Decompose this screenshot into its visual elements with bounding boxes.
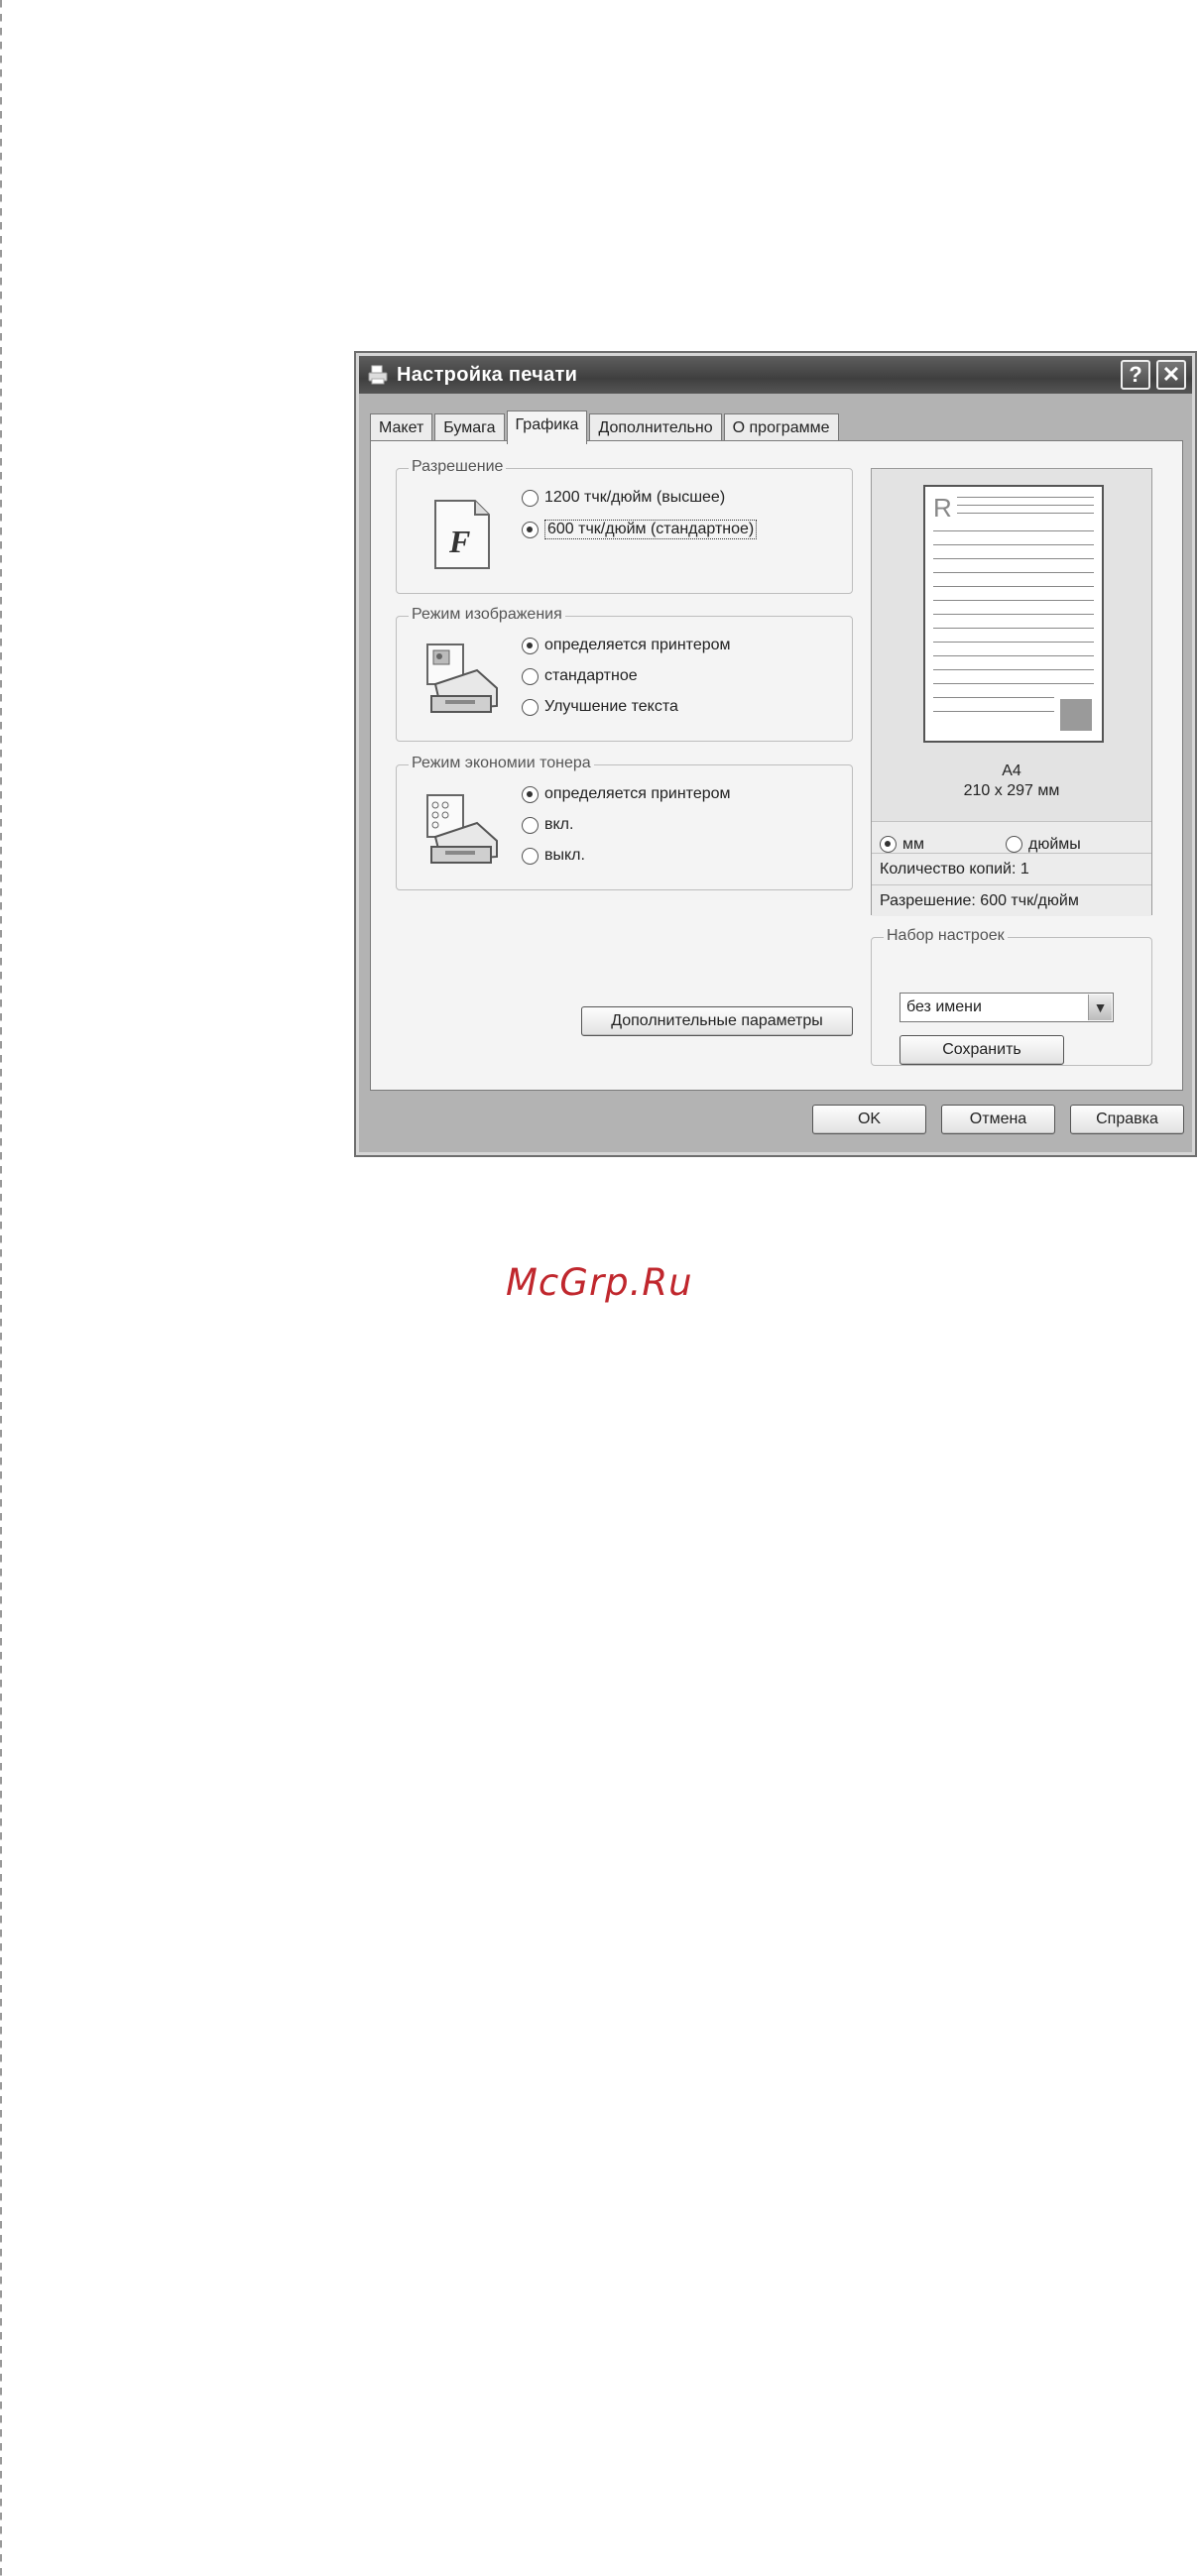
chevron-down-icon[interactable]: ▼ (1088, 995, 1112, 1020)
tab-graphics[interactable]: Графика (506, 410, 588, 444)
resolution-1200-option[interactable]: 1200 тчк/дюйм (высшее) (522, 489, 725, 507)
dialog-title: Настройка печати (397, 363, 578, 386)
print-settings-dialog: Настройка печати ? ✕ Макет Бумага График… (354, 351, 1197, 1157)
printer-image-icon (426, 644, 498, 713)
image-mode-group: Режим изображения определяется принтером… (396, 606, 853, 742)
toner-off-label: выкл. (544, 847, 585, 864)
paper-preview-panel: R A4 210 x 297 мм мм дюймы Количество ко… (871, 468, 1152, 916)
image-mode-printer-label: определяется принтером (544, 637, 731, 653)
resolution-group: Разрешение F 1200 тчк/дюйм (высшее) 600 … (396, 458, 853, 594)
radio-button-checked[interactable] (522, 521, 539, 538)
image-mode-printer-option[interactable]: определяется принтером (522, 637, 731, 654)
watermark-text: McGrp.Ru (506, 1261, 693, 1304)
title-bar[interactable]: Настройка печати ? ✕ (359, 356, 1192, 394)
page-letter: R (933, 493, 952, 523)
tab-about[interactable]: О программе (723, 413, 839, 441)
font-f-icon: F (434, 500, 490, 569)
resolution-legend: Разрешение (409, 458, 507, 476)
resolution-600-option[interactable]: 600 тчк/дюйм (стандартное) (522, 520, 758, 539)
presets-select[interactable]: без имени ▼ (899, 993, 1114, 1022)
presets-legend: Набор настроек (884, 927, 1008, 945)
radio-button[interactable] (522, 489, 539, 507)
image-mode-standard-option[interactable]: стандартное (522, 667, 638, 685)
radio-button[interactable] (522, 698, 539, 716)
image-mode-text-option[interactable]: Улучшение текста (522, 698, 678, 716)
radio-button[interactable] (522, 816, 539, 834)
tab-strip: Макет Бумага Графика Дополнительно О про… (370, 410, 841, 444)
toner-on-label: вкл. (544, 816, 574, 833)
toner-printer-option[interactable]: определяется принтером (522, 785, 731, 803)
page-dashed-border (0, 0, 2, 2576)
toner-save-group: Режим экономии тонера определяется принт… (396, 755, 853, 890)
copies-info: Количество копий: 1 (872, 853, 1151, 884)
toner-off-option[interactable]: выкл. (522, 847, 585, 865)
image-mode-legend: Режим изображения (409, 606, 565, 624)
units-row: мм дюймы (872, 821, 1151, 853)
ok-button[interactable]: OK (812, 1105, 926, 1134)
help-title-button[interactable]: ? (1121, 360, 1150, 390)
resolution-info: Разрешение: 600 тчк/дюйм (872, 884, 1151, 916)
resolution-1200-label: 1200 тчк/дюйм (высшее) (544, 489, 726, 506)
image-mode-standard-label: стандартное (544, 667, 638, 684)
presets-selected-value: без имени (906, 998, 982, 1015)
toner-on-option[interactable]: вкл. (522, 816, 573, 834)
paper-name: A4 (1002, 762, 1021, 779)
page-thumbnail: R (923, 485, 1104, 743)
image-mode-text-label: Улучшение текста (544, 698, 678, 715)
toner-save-legend: Режим экономии тонера (409, 755, 594, 772)
radio-button-checked[interactable] (880, 836, 897, 853)
svg-text:F: F (448, 524, 470, 559)
radio-button[interactable] (522, 667, 539, 685)
help-button[interactable]: Справка (1070, 1105, 1184, 1134)
page-graphic-block (1060, 699, 1092, 731)
cancel-button[interactable]: Отмена (941, 1105, 1055, 1134)
resolution-600-label: 600 тчк/дюйм (стандартное) (544, 520, 758, 539)
radio-button-checked[interactable] (522, 637, 539, 654)
close-button[interactable]: ✕ (1156, 360, 1186, 390)
printer-icon (368, 365, 388, 385)
presets-group: Набор настроек без имени ▼ Сохранить (871, 927, 1152, 1066)
tab-extras[interactable]: Дополнительно (589, 413, 722, 441)
radio-button[interactable] (522, 847, 539, 865)
tab-layout[interactable]: Макет (370, 413, 433, 441)
save-preset-button[interactable]: Сохранить (899, 1035, 1064, 1065)
advanced-params-button[interactable]: Дополнительные параметры (581, 1006, 853, 1036)
printer-toner-icon (426, 794, 498, 864)
tab-paper[interactable]: Бумага (434, 413, 505, 441)
toner-printer-label: определяется принтером (544, 785, 731, 802)
radio-button[interactable] (1006, 836, 1022, 853)
graphics-tab-panel: Разрешение F 1200 тчк/дюйм (высшее) 600 … (370, 440, 1183, 1091)
radio-button-checked[interactable] (522, 785, 539, 803)
paper-size: 210 x 297 мм (963, 782, 1060, 799)
